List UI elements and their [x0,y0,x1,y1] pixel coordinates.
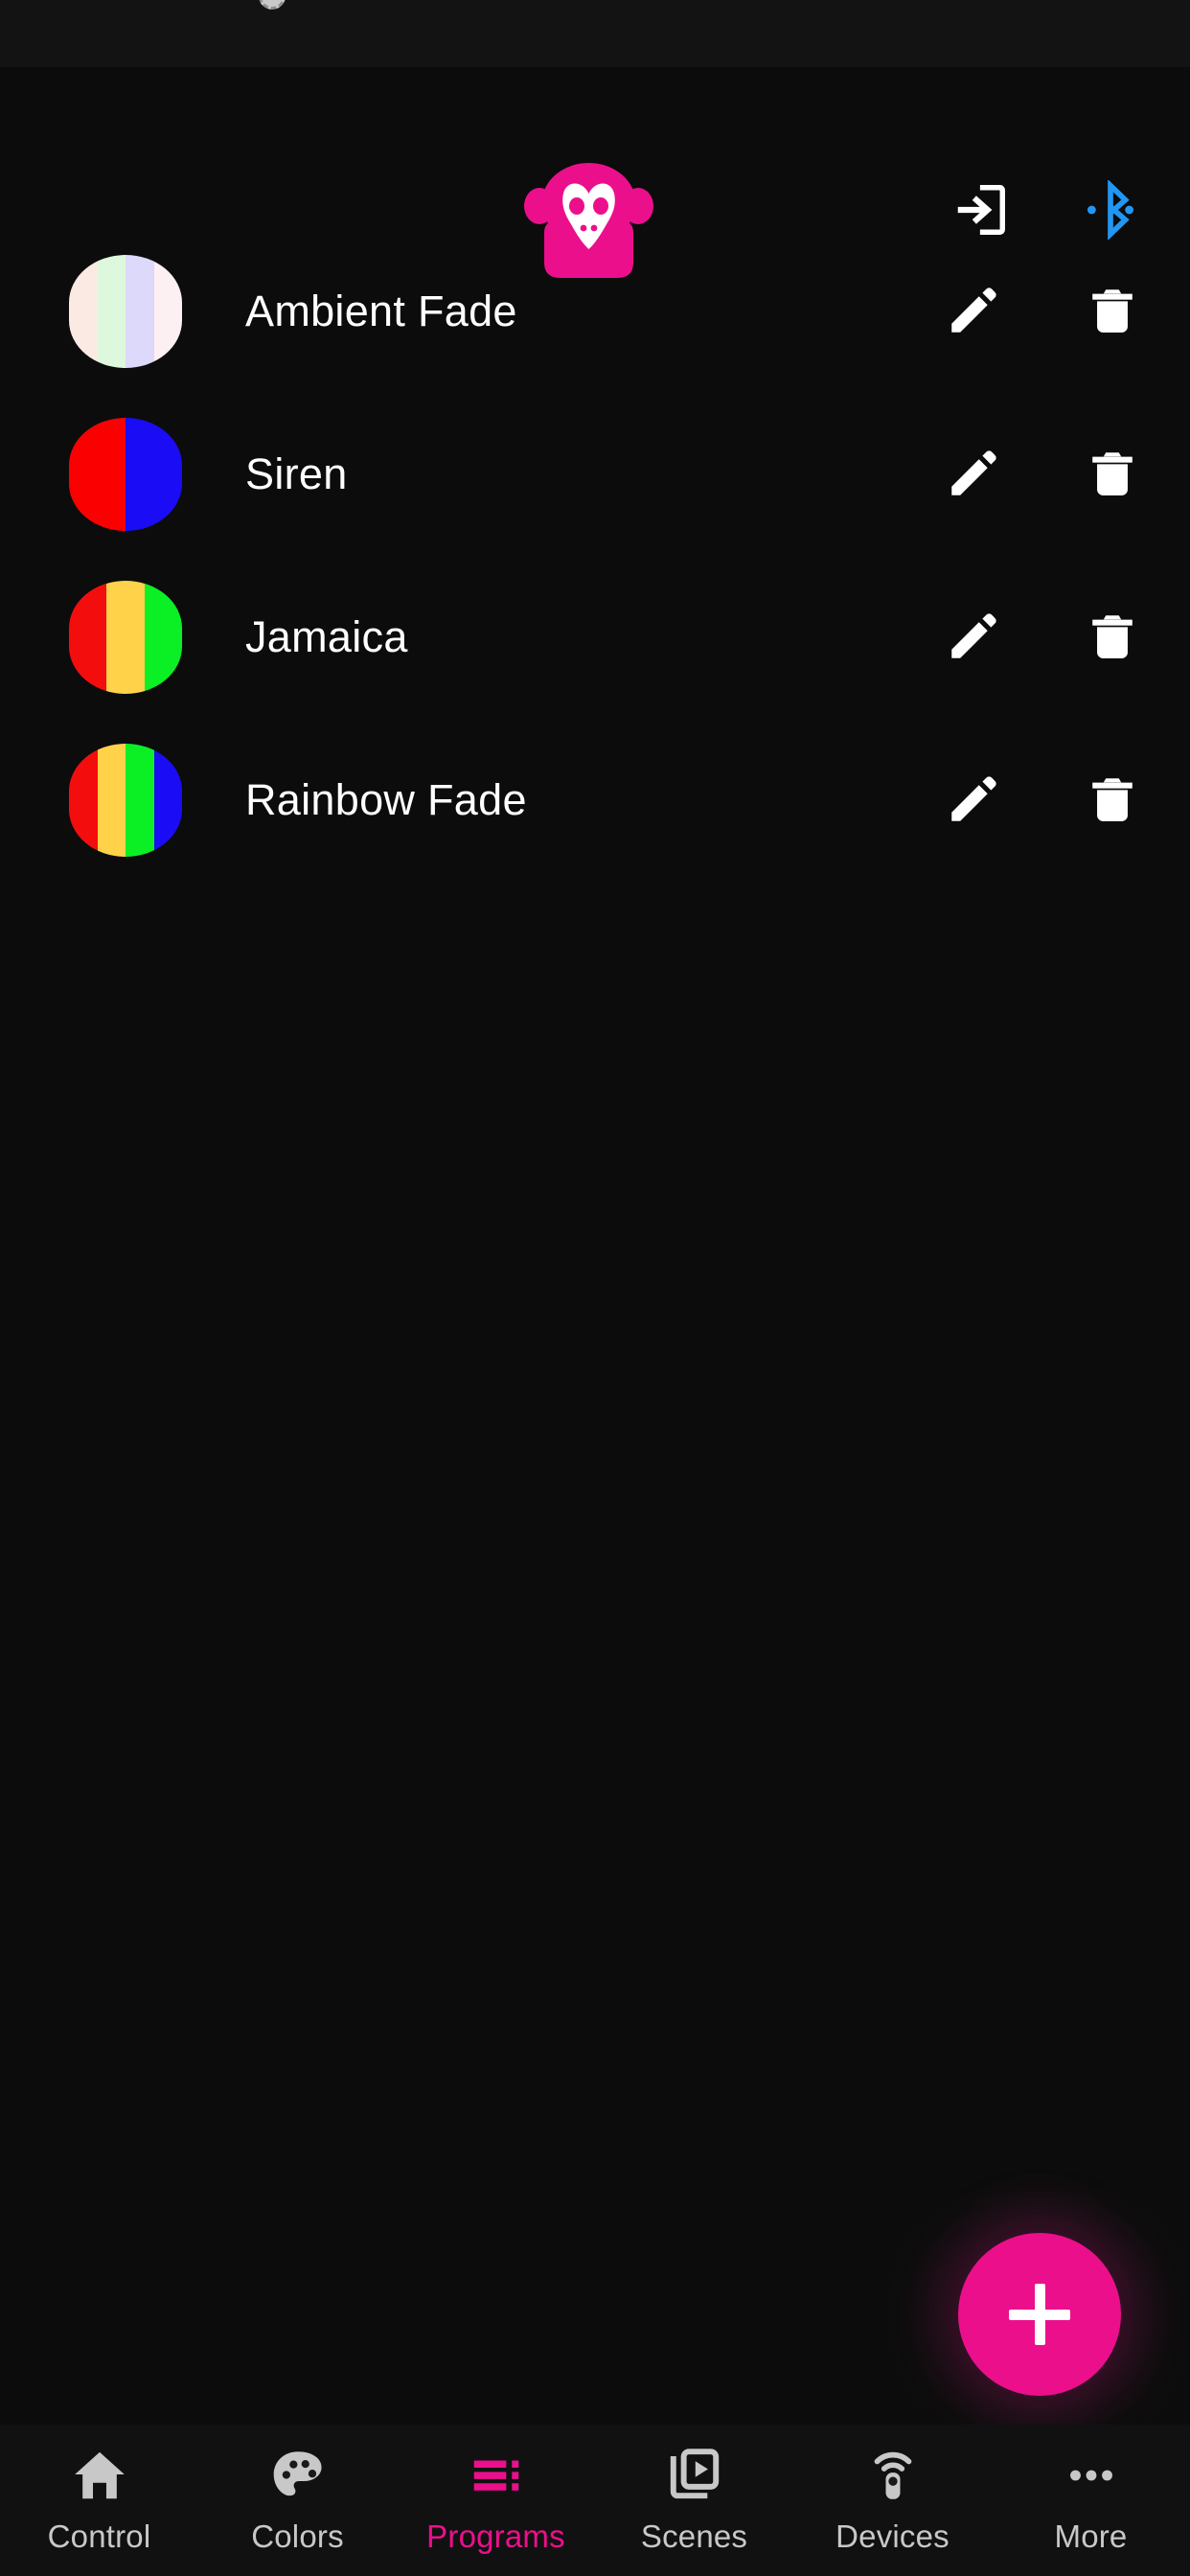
program-name-label: Siren [245,449,348,498]
edit-icon[interactable] [945,284,1000,339]
bottom-navigation: Control Colors Programs Scenes Devices M… [0,2425,1190,2576]
nav-item-more[interactable]: More [992,2446,1190,2555]
program-color-swatch [69,581,182,694]
nav-item-control[interactable]: Control [0,2446,198,2555]
add-program-button[interactable] [958,2233,1121,2396]
program-list: Ambient Fade Siren Jamaica Rainbow Fade [0,230,1190,882]
program-name-label: Rainbow Fade [245,775,527,824]
delete-icon[interactable] [1085,772,1140,828]
status-bar [0,0,1190,67]
program-color-swatch [69,255,182,368]
nav-label: Scenes [640,2518,748,2554]
palette-icon [268,2446,328,2505]
table-row[interactable]: Rainbow Fade [0,719,1190,882]
plus-icon [1034,2284,1045,2345]
table-row[interactable]: Jamaica [0,556,1190,719]
clipped-status-icon [259,0,286,10]
row-actions [945,447,1140,502]
row-actions [945,772,1140,828]
program-name-label: Jamaica [245,612,408,661]
app-header [0,67,1190,278]
program-color-swatch [69,418,182,531]
nav-item-scenes[interactable]: Scenes [595,2446,793,2555]
ellipsis-icon [1062,2446,1121,2505]
nav-label: Control [47,2518,151,2554]
remote-control-icon [863,2446,923,2505]
row-actions [945,284,1140,339]
nav-item-colors[interactable]: Colors [198,2446,397,2555]
list-icon [467,2446,526,2505]
program-color-swatch [69,744,182,857]
edit-icon[interactable] [945,772,1000,828]
row-actions [945,610,1140,665]
nav-label: Programs [426,2518,565,2554]
nav-label: Colors [251,2518,344,2554]
nav-item-devices[interactable]: Devices [793,2446,992,2555]
table-row[interactable]: Siren [0,393,1190,556]
video-library-icon [665,2446,724,2505]
delete-icon[interactable] [1085,447,1140,502]
nav-label: Devices [835,2518,950,2554]
table-row[interactable]: Ambient Fade [0,230,1190,393]
edit-icon[interactable] [945,610,1000,665]
edit-icon[interactable] [945,447,1000,502]
app-root: Ambient Fade Siren Jamaica Rainbow Fade … [0,0,1190,2576]
delete-icon[interactable] [1085,284,1140,339]
program-name-label: Ambient Fade [245,287,517,335]
nav-label: More [1054,2518,1128,2554]
home-icon [70,2446,129,2505]
nav-item-programs[interactable]: Programs [397,2446,595,2555]
delete-icon[interactable] [1085,610,1140,665]
